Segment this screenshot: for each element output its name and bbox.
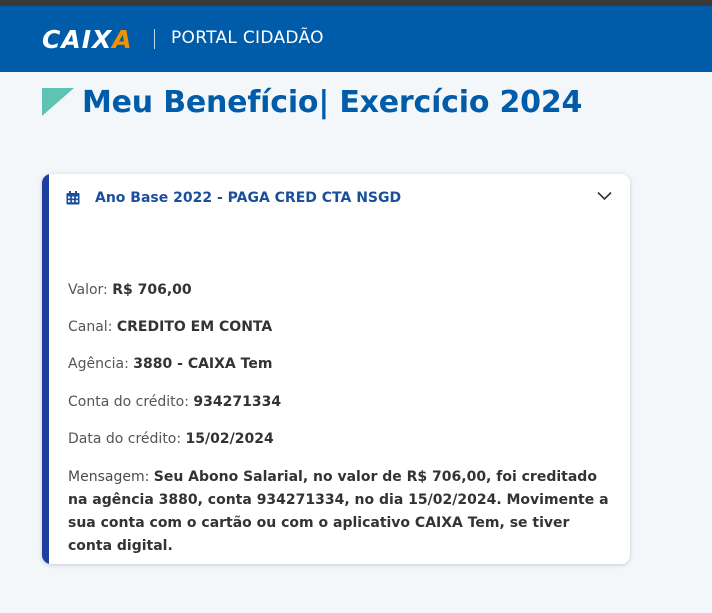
benefit-card: Ano Base 2022 - PAGA CRED CTA NSGD Valor… <box>42 174 630 564</box>
portal-title[interactable]: PORTAL CIDADÃO <box>171 28 324 48</box>
caixa-logo[interactable]: CAIX A <box>42 19 133 59</box>
field-valor: Valor: R$ 706,00 <box>68 282 192 298</box>
benefit-card-toggle[interactable]: Ano Base 2022 - PAGA CRED CTA NSGD <box>66 188 614 208</box>
calendar-icon <box>66 191 80 205</box>
field-conta-label: Conta do crédito: <box>68 394 189 410</box>
card-accent-bar <box>42 174 49 564</box>
page-title: Meu Benefício| Exercício 2024 <box>82 85 583 120</box>
field-canal: Canal: CREDITO EM CONTA <box>68 319 272 335</box>
site-header: CAIX A PORTAL CIDADÃO <box>0 6 712 72</box>
field-agencia: Agência: 3880 - CAIXA Tem <box>68 356 272 372</box>
flag-triangle-icon <box>42 88 74 116</box>
logo-text-accent: A <box>112 24 133 54</box>
field-data-value: 15/02/2024 <box>185 431 274 447</box>
field-data-label: Data do crédito: <box>68 431 182 447</box>
field-mensagem: Mensagem: Seu Abono Salarial, no valor d… <box>68 466 613 558</box>
field-mensagem-label: Mensagem: <box>68 469 150 485</box>
field-agencia-label: Agência: <box>68 356 129 372</box>
field-valor-value: R$ 706,00 <box>112 282 192 298</box>
chevron-down-icon[interactable] <box>597 191 612 201</box>
field-valor-label: Valor: <box>68 282 108 298</box>
field-conta-value: 934271334 <box>193 394 282 410</box>
field-canal-label: Canal: <box>68 319 113 335</box>
field-data: Data do crédito: 15/02/2024 <box>68 431 274 447</box>
logo-text-main: CAIX <box>42 24 113 54</box>
field-conta: Conta do crédito: 934271334 <box>68 394 281 410</box>
field-agencia-value: 3880 - CAIXA Tem <box>133 356 273 372</box>
benefit-card-title: Ano Base 2022 - PAGA CRED CTA NSGD <box>95 190 402 206</box>
field-canal-value: CREDITO EM CONTA <box>116 319 273 335</box>
header-divider <box>154 29 155 49</box>
field-mensagem-value: Seu Abono Salarial, no valor de R$ 706,0… <box>68 469 609 554</box>
